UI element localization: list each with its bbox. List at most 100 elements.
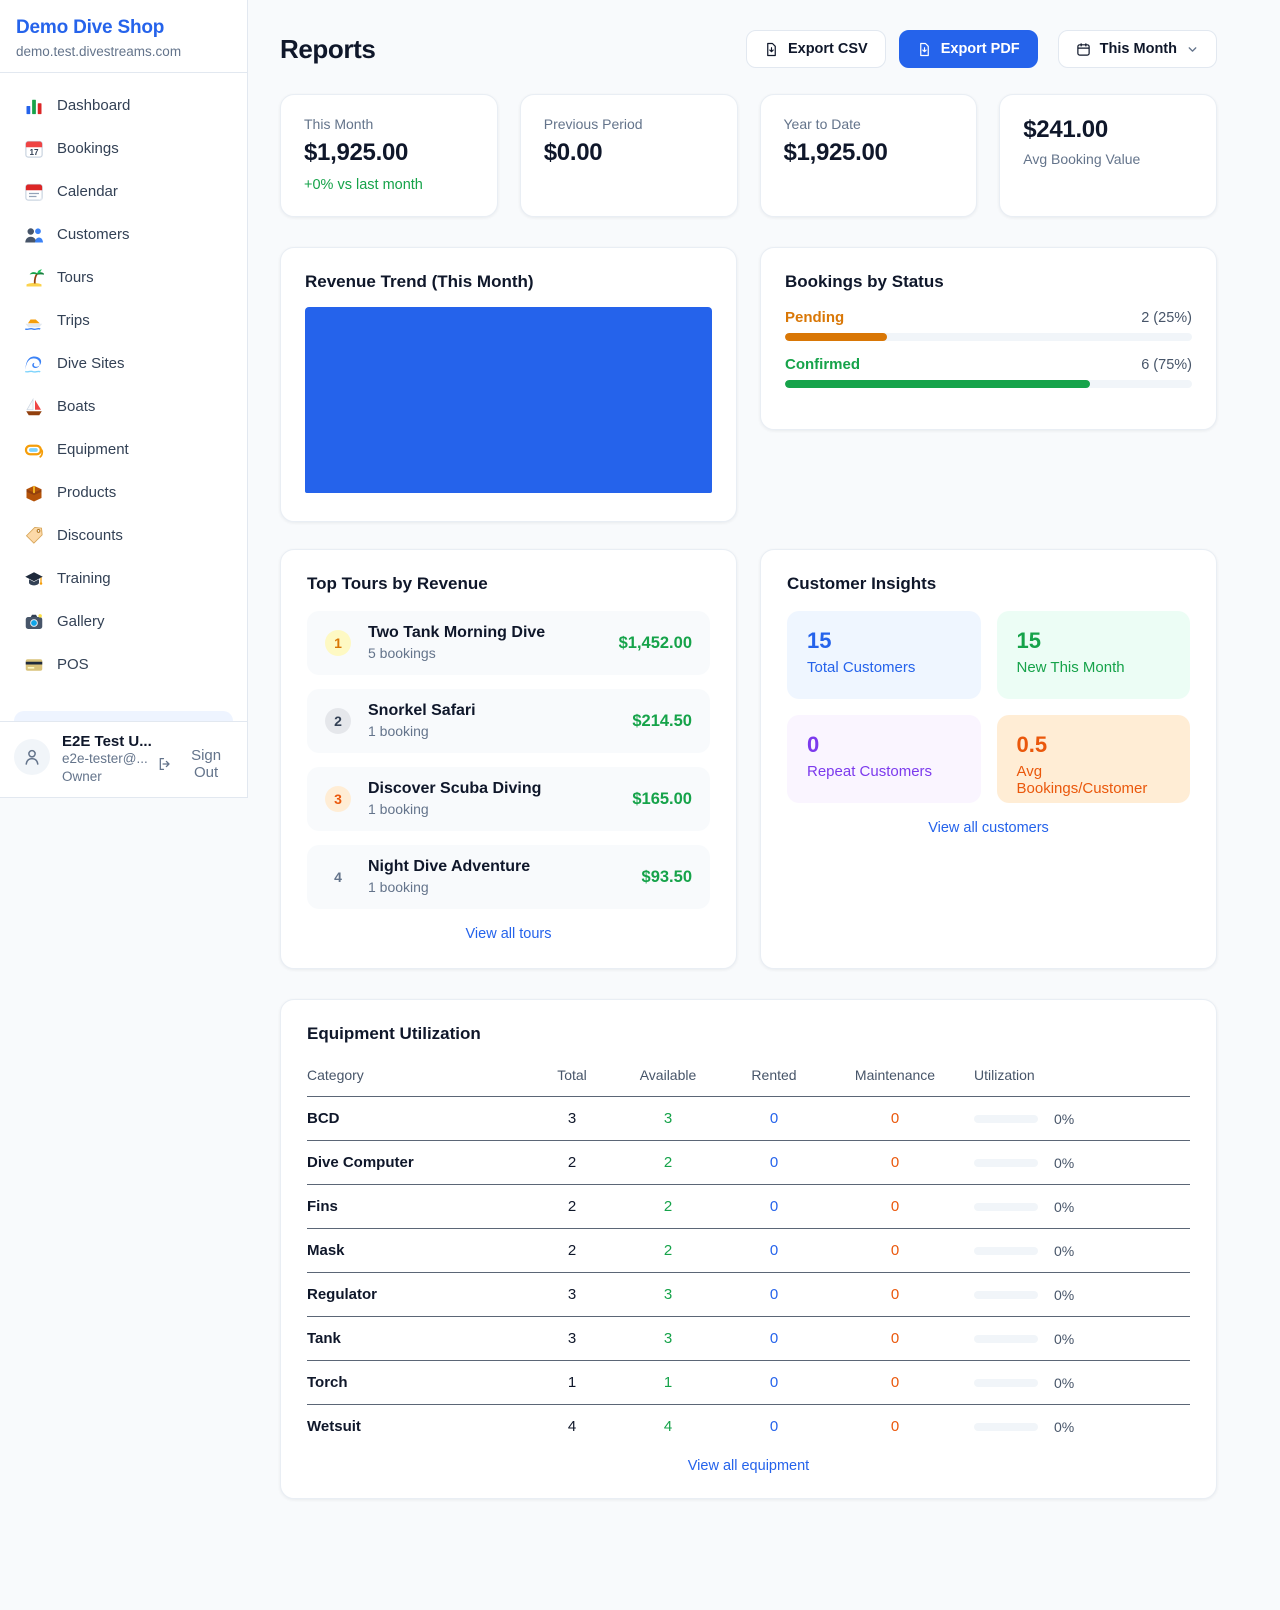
sidebar-item-gallery[interactable]: Gallery: [14, 600, 233, 643]
sidebar-item-boats[interactable]: Boats: [14, 385, 233, 428]
equipment-total: 3: [532, 1097, 612, 1141]
sidebar-item-dashboard[interactable]: Dashboard: [14, 84, 233, 127]
calendar-icon: [24, 182, 44, 202]
insight-tiles: 15 Total Customers 15 New This Month 0 R…: [787, 611, 1190, 803]
dashboard-icon: [24, 96, 44, 116]
shop-domain: demo.test.divestreams.com: [16, 44, 231, 59]
sidebar-item-products[interactable]: Products: [14, 471, 233, 514]
stat-card-previous-period: Previous Period $0.00: [520, 94, 738, 217]
sidebar-nav: Dashboard Bookings Calendar Customers To…: [0, 73, 247, 721]
export-csv-button[interactable]: Export CSV: [746, 30, 886, 68]
period-dropdown[interactable]: This Month: [1058, 30, 1217, 68]
equipment-total: 2: [532, 1229, 612, 1273]
sidebar-item-pos[interactable]: POS: [14, 643, 233, 686]
sidebar-item-label: Dashboard: [57, 97, 130, 114]
sidebar-item-reports-partial[interactable]: [14, 711, 233, 721]
equipment-icon: [24, 440, 44, 460]
panel-title: Revenue Trend (This Month): [305, 272, 712, 292]
page-header: Reports Export CSV Export PDF This Month: [280, 30, 1217, 68]
equipment-total: 3: [532, 1273, 612, 1317]
stat-label: Avg Booking Value: [1023, 151, 1193, 167]
sidebar-item-tours[interactable]: Tours: [14, 256, 233, 299]
panel-title: Customer Insights: [787, 574, 1190, 594]
sidebar-item-label: POS: [57, 656, 89, 673]
sidebar-item-equipment[interactable]: Equipment: [14, 428, 233, 471]
status-row-pending: Pending 2 (25%): [785, 309, 1192, 341]
stat-card-this-month: This Month $1,925.00 +0% vs last month: [280, 94, 498, 217]
sign-out-button[interactable]: Sign Out: [157, 747, 233, 781]
tour-revenue: $93.50: [642, 868, 692, 887]
equipment-rented: 0: [724, 1361, 824, 1405]
top-tours-panel: Top Tours by Revenue 1 Two Tank Morning …: [280, 549, 737, 969]
column-header: Available: [612, 1057, 724, 1097]
utilization-bar: [974, 1291, 1038, 1299]
equipment-rented: 0: [724, 1141, 824, 1185]
sidebar-item-label: Dive Sites: [57, 355, 125, 372]
view-all-equipment-link[interactable]: View all equipment: [307, 1458, 1190, 1474]
tour-name: Discover Scuba Diving: [368, 779, 541, 800]
equipment-category: Wetsuit: [307, 1405, 532, 1442]
bookings-by-status-panel: Bookings by Status Pending 2 (25%) Confi…: [760, 247, 1217, 430]
sidebar-item-label: Tours: [57, 269, 94, 286]
status-bar-fill: [785, 333, 887, 341]
products-icon: [24, 483, 44, 503]
equipment-maintenance: 0: [824, 1097, 966, 1141]
equipment-available: 3: [612, 1317, 724, 1361]
utilization-bar: [974, 1203, 1038, 1211]
tile-repeat-customers: 0 Repeat Customers: [787, 715, 981, 803]
tour-revenue: $214.50: [632, 712, 692, 731]
equipment-available: 2: [612, 1229, 724, 1273]
tile-label: New This Month: [1017, 659, 1171, 676]
view-all-tours-link[interactable]: View all tours: [307, 926, 710, 942]
sign-out-icon: [157, 756, 172, 772]
table-row: Torch 1 1 0 0 0%: [307, 1361, 1190, 1405]
pos-icon: [24, 655, 44, 675]
rank-badge: 4: [325, 864, 351, 890]
rank-badge: 2: [325, 708, 351, 734]
tour-row: 2 Snorkel Safari1 booking $214.50: [307, 689, 710, 753]
tile-value: 15: [807, 628, 961, 654]
trips-icon: [24, 311, 44, 331]
utilization-bar: [974, 1159, 1038, 1167]
main-content: Reports Export CSV Export PDF This Month…: [280, 0, 1217, 1574]
stat-value: $0.00: [544, 139, 714, 167]
equipment-available: 3: [612, 1273, 724, 1317]
sidebar-item-customers[interactable]: Customers: [14, 213, 233, 256]
utilization-bar: [974, 1423, 1038, 1431]
equipment-rented: 0: [724, 1273, 824, 1317]
status-bar-track: [785, 380, 1192, 388]
rank-badge: 3: [325, 786, 351, 812]
view-all-customers-link[interactable]: View all customers: [787, 820, 1190, 836]
header-actions: Export CSV Export PDF This Month: [746, 30, 1217, 68]
sidebar-item-trips[interactable]: Trips: [14, 299, 233, 342]
equipment-total: 3: [532, 1317, 612, 1361]
equipment-table: Category Total Available Rented Maintena…: [307, 1057, 1190, 1441]
export-pdf-button[interactable]: Export PDF: [899, 30, 1038, 68]
table-row: Wetsuit 4 4 0 0 0%: [307, 1405, 1190, 1442]
sidebar-item-bookings[interactable]: Bookings: [14, 127, 233, 170]
file-download-icon: [764, 42, 779, 57]
equipment-rented: 0: [724, 1317, 824, 1361]
sidebar-item-label: Discounts: [57, 527, 123, 544]
equipment-category: Fins: [307, 1185, 532, 1229]
training-icon: [24, 569, 44, 589]
tour-bookings: 1 booking: [368, 723, 429, 739]
sidebar-item-discounts[interactable]: Discounts: [14, 514, 233, 557]
equipment-total: 4: [532, 1405, 612, 1442]
avatar: [14, 739, 50, 775]
equipment-available: 1: [612, 1361, 724, 1405]
user-email: e2e-tester@...: [62, 750, 145, 768]
status-row-confirmed: Confirmed 6 (75%): [785, 356, 1192, 388]
tile-value: 0.5: [1017, 732, 1171, 758]
stat-label: Year to Date: [784, 116, 954, 132]
user-meta: E2E Test U... e2e-tester@... Owner: [62, 733, 145, 786]
sidebar-item-training[interactable]: Training: [14, 557, 233, 600]
user-role: Owner: [62, 768, 145, 786]
sidebar-item-dive-sites[interactable]: Dive Sites: [14, 342, 233, 385]
utilization-percent: 0%: [1054, 1419, 1074, 1435]
customer-insights-panel: Customer Insights 15 Total Customers 15 …: [760, 549, 1217, 969]
sidebar-item-calendar[interactable]: Calendar: [14, 170, 233, 213]
tour-bookings: 1 booking: [368, 879, 429, 895]
equipment-category: Torch: [307, 1361, 532, 1405]
utilization-bar: [974, 1115, 1038, 1123]
